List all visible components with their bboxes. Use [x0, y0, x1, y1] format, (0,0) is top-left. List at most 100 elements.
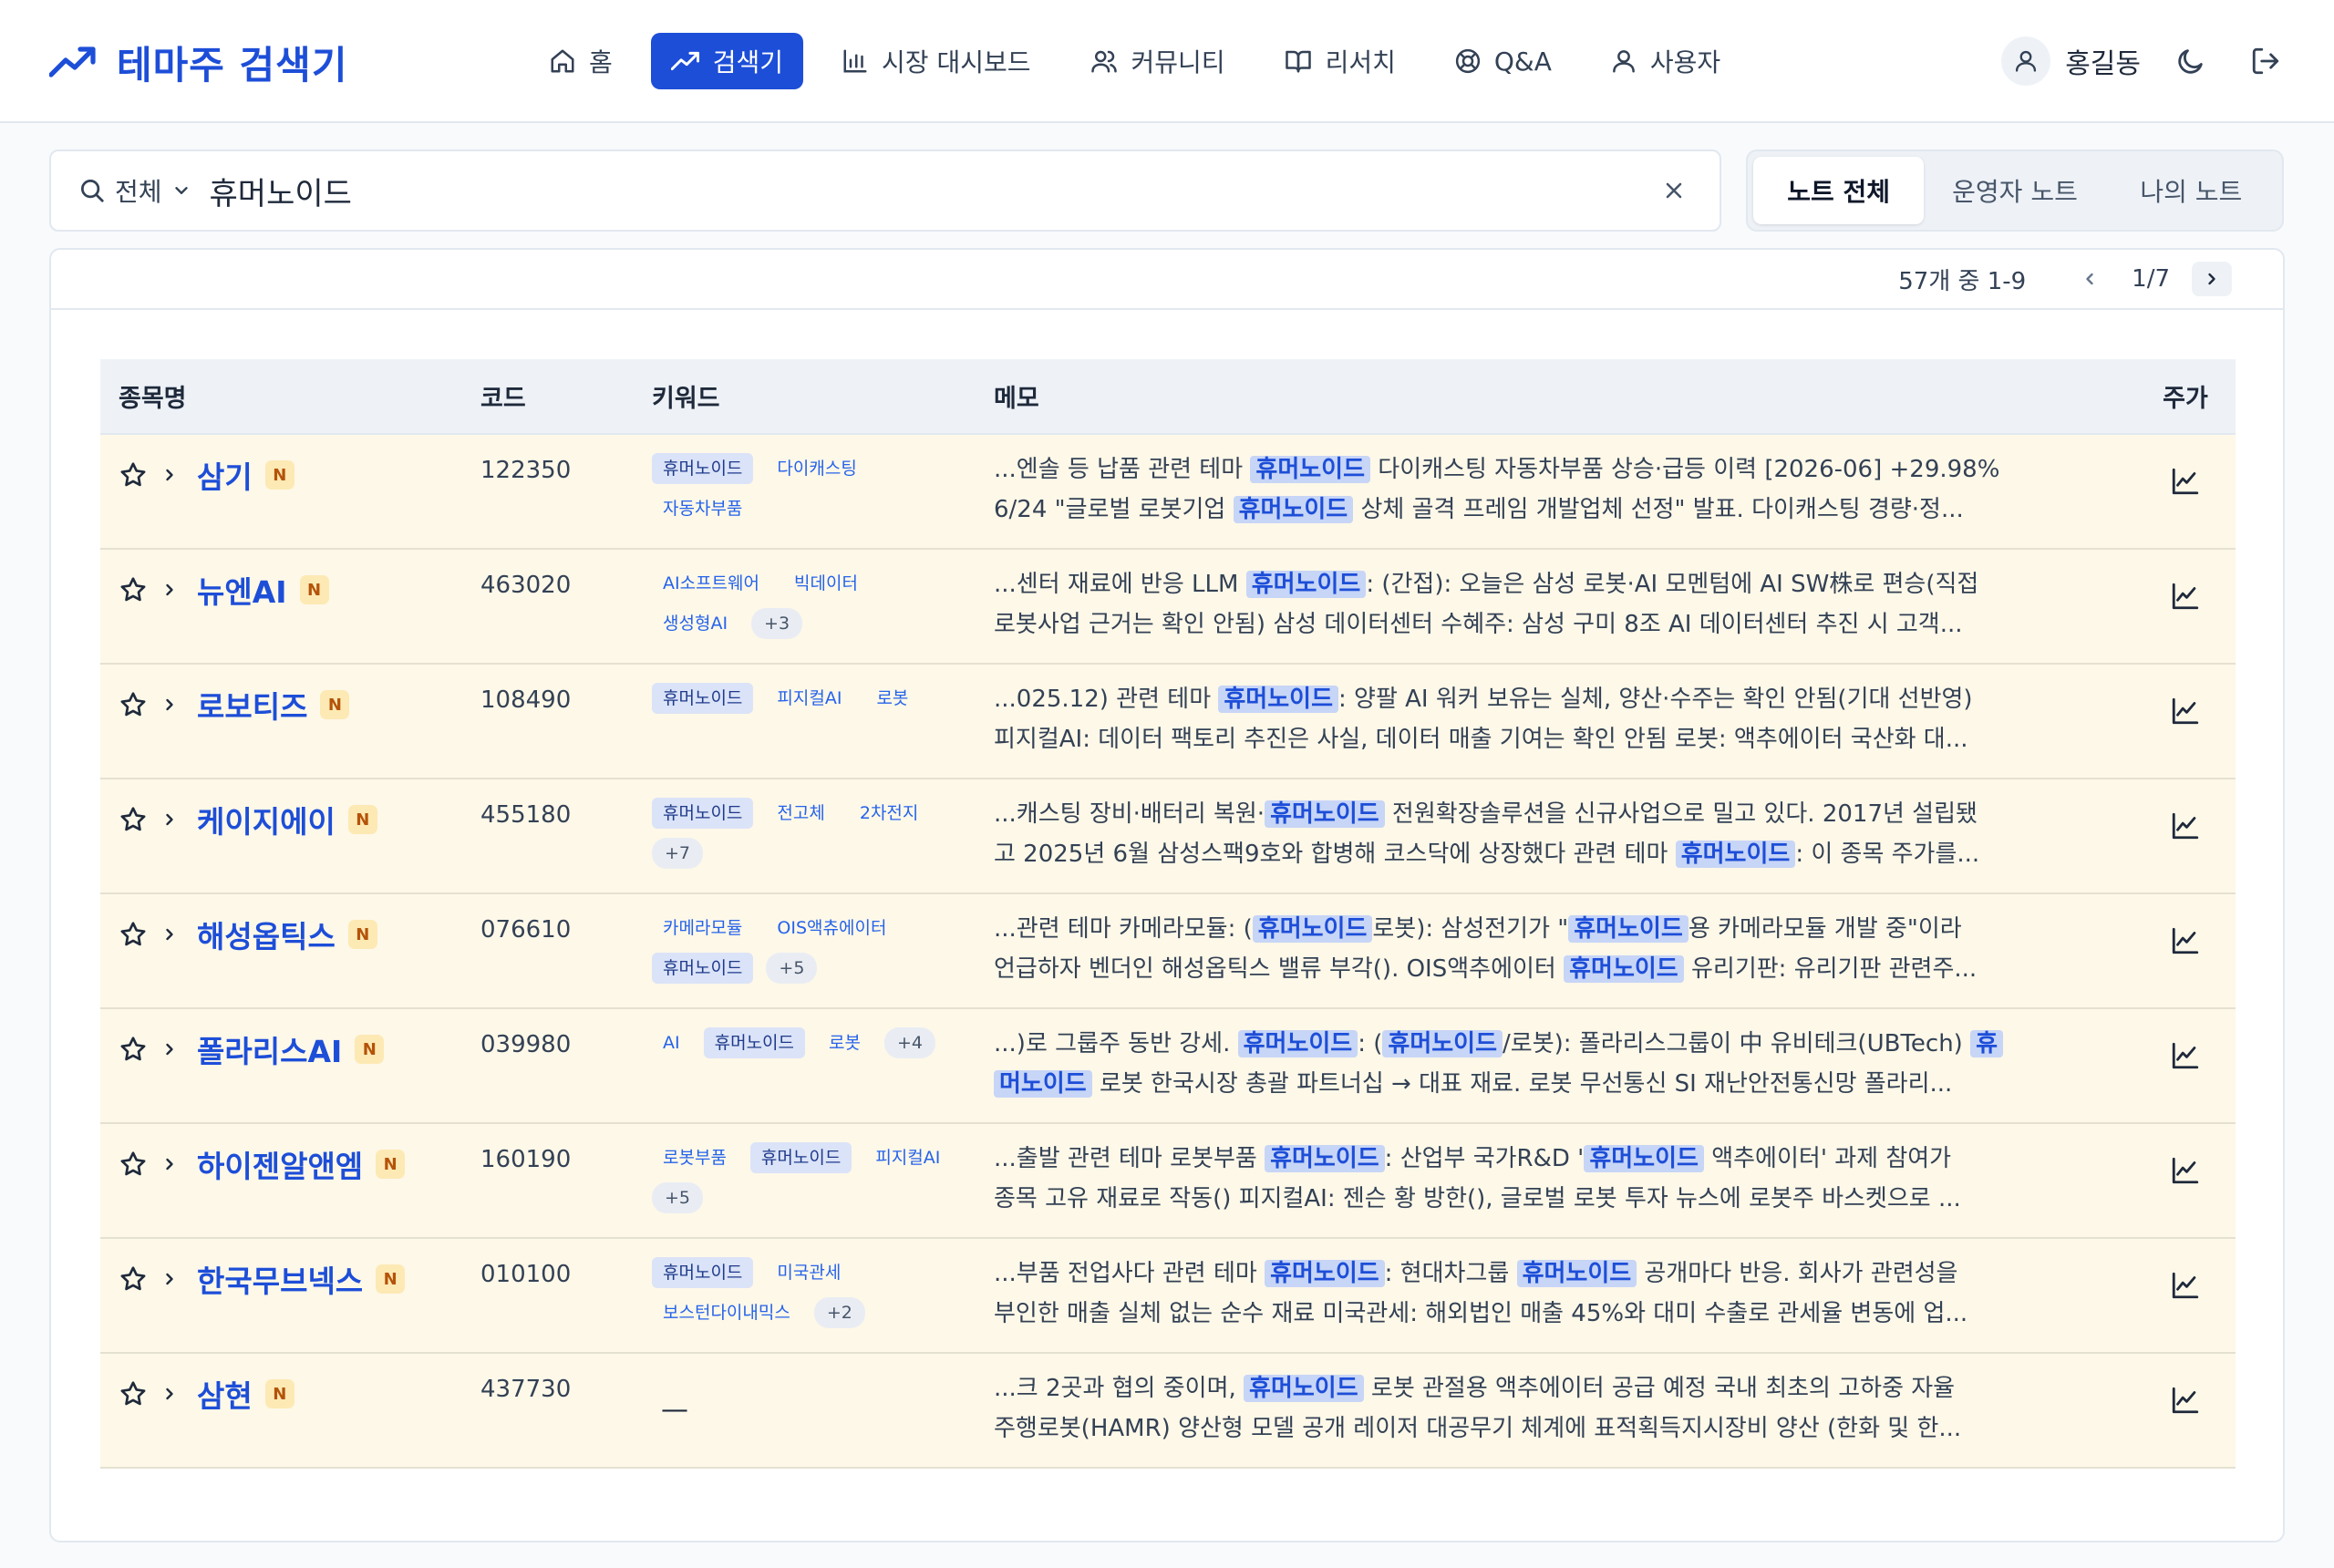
price-chart-button[interactable] — [2153, 894, 2217, 956]
table-row[interactable]: 삼기 N 122350 휴머노이드 다이캐스팅 자동차부품 ...엔솔 등 납품 관… — [100, 434, 2236, 550]
price-chart-button[interactable] — [2153, 779, 2217, 841]
keyword-tag[interactable]: 휴머노이드 — [703, 1027, 806, 1058]
price-chart-button[interactable] — [2153, 1239, 2217, 1301]
keyword-tag[interactable]: 휴머노이드 — [652, 453, 754, 484]
chevron-right-icon[interactable] — [160, 1385, 179, 1403]
tab-operator-notes[interactable]: 운영자 노트 — [1929, 157, 2100, 224]
stock-name-link[interactable]: 한국무브넥스 — [197, 1257, 363, 1301]
keyword-tag[interactable]: 휴머노이드 — [652, 953, 754, 984]
table-row[interactable]: 한국무브넥스 N 010100 휴머노이드 미국관세 보스턴다이내믹스 +2 ...부… — [100, 1238, 2236, 1354]
star-icon[interactable] — [119, 1379, 148, 1408]
price-chart-button[interactable] — [2153, 665, 2217, 727]
stock-name-link[interactable]: 폴라리스AI — [197, 1027, 342, 1071]
tab-my-notes[interactable]: 나의 노트 — [2106, 157, 2277, 224]
keyword-tag[interactable]: 다이캐스팅 — [766, 453, 867, 484]
price-chart-button[interactable] — [2153, 435, 2217, 497]
more-keywords-badge[interactable]: +3 — [751, 608, 803, 639]
star-icon[interactable] — [119, 1035, 148, 1064]
theme-toggle-button[interactable] — [2166, 36, 2215, 86]
app-logo[interactable]: 테마주 검색기 — [49, 35, 347, 89]
nav-item-user[interactable]: 사용자 — [1590, 33, 1740, 89]
keyword-tag[interactable]: 빅데이터 — [783, 568, 869, 599]
table-row[interactable]: 뉴엔AI N 463020 AI소프트웨어 빅데이터 생성형AI +3 ...센터 재… — [100, 549, 2236, 665]
keyword-tag[interactable]: 휴머노이드 — [652, 1257, 754, 1288]
keyword-tag[interactable]: 생성형AI — [652, 608, 738, 639]
stock-name-link[interactable]: 삼기 — [197, 453, 253, 497]
chevron-right-icon[interactable] — [160, 466, 179, 484]
nav-item-market-dashboard[interactable]: 시장 대시보드 — [821, 33, 1050, 89]
more-keywords-badge[interactable]: +2 — [813, 1297, 865, 1328]
new-badge: N — [347, 920, 377, 949]
price-chart-button[interactable] — [2153, 1124, 2217, 1186]
keyword-tag[interactable]: 미국관세 — [766, 1257, 852, 1288]
next-page-button[interactable] — [2192, 262, 2232, 296]
keyword-tag[interactable]: 휴머노이드 — [652, 683, 754, 714]
table-row[interactable]: 폴라리스AI N 039980 AI 휴머노이드 로봇 +4 ...)로 그룹주 동반… — [100, 1008, 2236, 1124]
table-row[interactable]: 해성옵틱스 N 076610 카메라모듈 OIS액츄에이터 휴머노이드 +5 ...관… — [100, 893, 2236, 1009]
chevron-right-icon[interactable] — [160, 1270, 179, 1288]
keyword-tag[interactable]: 카메라모듈 — [652, 913, 753, 944]
stock-name-link[interactable]: 하이젠알앤엠 — [197, 1142, 363, 1186]
stock-name-link[interactable]: 해성옵틱스 — [197, 913, 336, 956]
price-chart-button[interactable] — [2153, 550, 2217, 612]
line-chart-icon — [2170, 696, 2201, 727]
table-row[interactable]: 삼현 N 437730 — ...크 2곳과 협의 중이며, 휴머노이드 로봇 … — [100, 1353, 2236, 1469]
star-icon[interactable] — [119, 1150, 148, 1179]
keyword-tag[interactable]: 피지컬AI — [864, 1142, 951, 1173]
nav-item-research[interactable]: 리서치 — [1264, 33, 1416, 89]
price-cell — [2135, 1238, 2236, 1354]
search-scope-dropdown[interactable]: 전체 — [78, 172, 191, 209]
keyword-tag[interactable]: 로봇부품 — [652, 1142, 738, 1173]
logout-button[interactable] — [2241, 36, 2290, 86]
star-icon[interactable] — [119, 690, 148, 719]
star-icon[interactable] — [119, 575, 148, 604]
star-icon[interactable] — [119, 920, 148, 949]
keyword-tag[interactable]: 휴머노이드 — [652, 798, 754, 829]
chevron-right-icon[interactable] — [160, 1040, 179, 1058]
tab-all-notes[interactable]: 노트 전체 — [1753, 157, 1925, 224]
nav-item-community[interactable]: 커뮤니티 — [1069, 33, 1245, 89]
keyword-tag[interactable]: AI — [652, 1027, 691, 1058]
user-menu[interactable]: 홍길동 — [2001, 36, 2141, 86]
chevron-right-icon[interactable] — [160, 1155, 179, 1173]
nav-item-home[interactable]: 홈 — [529, 33, 633, 89]
table-row[interactable]: 하이젠알앤엠 N 160190 로봇부품 휴머노이드 피지컬AI +5 ...출발 관… — [100, 1123, 2236, 1239]
price-chart-button[interactable] — [2153, 1009, 2217, 1071]
stock-name-link[interactable]: 로보티즈 — [197, 683, 307, 727]
chevron-right-icon[interactable] — [160, 581, 179, 599]
keyword-tag[interactable]: OIS액츄에이터 — [766, 913, 897, 944]
header-name[interactable]: 종목명 — [100, 359, 462, 435]
table-row[interactable]: 케이지에이 N 455180 휴머노이드 전고체 2차전지 +7 ...캐스팅 장비·… — [100, 779, 2236, 894]
keyword-tag[interactable]: AI소프트웨어 — [652, 568, 770, 599]
prev-page-button[interactable] — [2070, 262, 2110, 296]
keyword-tag[interactable]: 피지컬AI — [766, 683, 852, 714]
keyword-tag[interactable]: 휴머노이드 — [749, 1142, 852, 1173]
table-row[interactable]: 로보티즈 N 108490 휴머노이드 피지컬AI 로봇 ...025.12) 관련… — [100, 664, 2236, 779]
star-icon[interactable] — [119, 1264, 148, 1294]
keyword-tag[interactable]: 전고체 — [766, 798, 835, 829]
keyword-tag[interactable]: 로봇 — [818, 1027, 872, 1058]
price-cell — [2135, 1123, 2236, 1239]
clear-search-button[interactable] — [1656, 172, 1692, 209]
chevron-right-icon[interactable] — [160, 696, 179, 714]
more-keywords-badge[interactable]: +5 — [652, 1182, 704, 1213]
keyword-tag[interactable]: 2차전지 — [849, 798, 930, 829]
star-icon[interactable] — [119, 805, 148, 834]
keyword-tag[interactable]: 로봇 — [865, 683, 919, 714]
more-keywords-badge[interactable]: +5 — [766, 953, 818, 984]
nav-item-qna[interactable]: Q&A — [1434, 33, 1572, 89]
stock-name-link[interactable]: 뉴엔AI — [197, 568, 287, 612]
star-icon[interactable] — [119, 460, 148, 490]
keyword-tag[interactable]: 보스턴다이내믹스 — [652, 1297, 801, 1328]
keyword-tag[interactable]: 자동차부품 — [652, 493, 753, 524]
price-chart-button[interactable] — [2153, 1354, 2217, 1416]
more-keywords-badge[interactable]: +7 — [652, 838, 704, 869]
nav-item-search[interactable]: 검색기 — [650, 33, 804, 89]
stock-name-link[interactable]: 삼현 — [197, 1372, 253, 1416]
search-input[interactable] — [209, 172, 1656, 209]
stock-name-link[interactable]: 케이지에이 — [197, 798, 336, 841]
header-code[interactable]: 코드 — [462, 359, 634, 435]
more-keywords-badge[interactable]: +4 — [883, 1027, 935, 1058]
chevron-right-icon[interactable] — [160, 925, 179, 944]
chevron-right-icon[interactable] — [160, 810, 179, 829]
